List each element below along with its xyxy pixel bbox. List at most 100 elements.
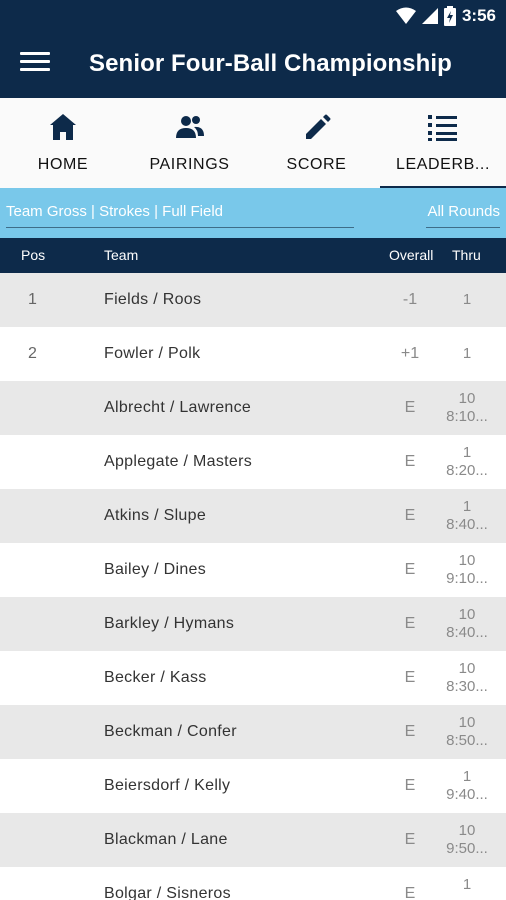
- header-thru: Thru: [452, 247, 481, 263]
- table-row[interactable]: Albrecht / Lawrence E 10 8:10...: [0, 381, 506, 435]
- row-thru: 10 8:10...: [438, 390, 496, 426]
- tab-score[interactable]: SCORE: [253, 98, 380, 188]
- leaderboard-list[interactable]: 1 Fields / Roos -1 1 2 Fowler / Polk +1 …: [0, 273, 506, 900]
- row-team: Beckman / Confer: [104, 723, 237, 740]
- row-thru: 10 8:40...: [438, 606, 496, 642]
- status-icons: 3:56: [395, 6, 496, 26]
- row-team: Fowler / Polk: [104, 345, 201, 362]
- row-tee-time: 8:10...: [446, 408, 488, 425]
- row-thru-value: 10: [458, 822, 476, 839]
- row-thru: 10 8:50...: [438, 714, 496, 750]
- row-team: Bailey / Dines: [104, 561, 207, 578]
- tab-pairings-label: PAIRINGS: [149, 156, 230, 173]
- menu-button[interactable]: [20, 52, 50, 78]
- row-tee-time: 9:50...: [446, 840, 488, 857]
- row-thru: 10 8:30...: [438, 660, 496, 696]
- row-thru: 1 8:40...: [438, 498, 496, 534]
- wifi-icon: [395, 7, 416, 24]
- row-overall: -1: [402, 291, 418, 308]
- tab-home[interactable]: HOME: [0, 98, 126, 188]
- row-overall: E: [404, 777, 416, 794]
- app-bar: Senior Four-Ball Championship: [0, 32, 506, 98]
- row-thru-value: 1: [462, 291, 472, 308]
- row-overall: E: [404, 831, 416, 848]
- row-overall: E: [404, 507, 416, 524]
- row-thru: 1: [438, 291, 496, 309]
- table-row[interactable]: Blackman / Lane E 10 9:50...: [0, 813, 506, 867]
- tab-leaderboard-label: LEADERB...: [395, 156, 491, 173]
- row-thru: 1 8:20...: [438, 444, 496, 480]
- tab-leaderboard[interactable]: LEADERB...: [380, 98, 506, 188]
- table-header: Pos Team Overall Thru: [0, 238, 506, 273]
- row-pos: 1: [28, 291, 37, 308]
- table-row[interactable]: Bolgar / Sisneros E 1: [0, 867, 506, 900]
- row-overall: E: [404, 723, 416, 740]
- row-overall: E: [404, 615, 416, 632]
- table-row[interactable]: Becker / Kass E 10 8:30...: [0, 651, 506, 705]
- page-title: Senior Four-Ball Championship: [89, 50, 452, 77]
- row-thru-value: 10: [458, 606, 476, 623]
- row-overall: +1: [400, 345, 420, 362]
- row-team: Fields / Roos: [104, 291, 202, 308]
- row-tee-time: 9:10...: [446, 570, 488, 587]
- signal-icon: [421, 8, 438, 24]
- table-row[interactable]: Atkins / Slupe E 1 8:40...: [0, 489, 506, 543]
- table-row[interactable]: Bailey / Dines E 10 9:10...: [0, 543, 506, 597]
- row-thru-value: 1: [462, 768, 472, 785]
- table-row[interactable]: Barkley / Hymans E 10 8:40...: [0, 597, 506, 651]
- row-team: Atkins / Slupe: [104, 507, 207, 524]
- row-overall: E: [404, 453, 416, 470]
- header-pos: Pos: [21, 247, 46, 263]
- table-row[interactable]: Beckman / Confer E 10 8:50...: [0, 705, 506, 759]
- row-thru: 10 9:10...: [438, 552, 496, 588]
- row-team: Beiersdorf / Kelly: [104, 777, 231, 794]
- table-row[interactable]: Beiersdorf / Kelly E 1 9:40...: [0, 759, 506, 813]
- tab-home-label: HOME: [37, 156, 89, 173]
- table-row[interactable]: Applegate / Masters E 1 8:20...: [0, 435, 506, 489]
- status-bar: 3:56: [0, 0, 506, 32]
- row-thru-value: 10: [458, 390, 476, 407]
- rounds-filter-select[interactable]: All Rounds: [426, 203, 500, 228]
- row-overall: E: [404, 669, 416, 686]
- header-overall: Overall: [389, 247, 434, 263]
- row-thru: 1: [438, 876, 496, 894]
- people-icon: [175, 116, 204, 138]
- row-tee-time: 8:30...: [446, 678, 488, 695]
- row-overall: E: [404, 399, 416, 416]
- row-tee-time: 8:40...: [446, 516, 488, 533]
- row-thru-value: 10: [458, 660, 476, 677]
- row-overall: E: [404, 885, 416, 900]
- row-thru-value: 1: [462, 345, 472, 362]
- row-thru-value: 10: [458, 552, 476, 569]
- row-thru: 10 9:50...: [438, 822, 496, 858]
- row-thru-value: 1: [462, 444, 472, 461]
- row-thru-value: 1: [462, 498, 472, 515]
- row-tee-time: 8:40...: [446, 624, 488, 641]
- row-team: Applegate / Masters: [104, 453, 252, 470]
- scoring-filter-select[interactable]: Team Gross | Strokes | Full Field: [6, 203, 354, 228]
- row-tee-time: 8:50...: [446, 732, 488, 749]
- row-team: Barkley / Hymans: [104, 615, 235, 632]
- tab-pairings[interactable]: PAIRINGS: [126, 98, 253, 188]
- row-team: Bolgar / Sisneros: [104, 885, 231, 900]
- pencil-icon: [305, 114, 330, 139]
- filter-bar: Team Gross | Strokes | Full Field All Ro…: [0, 188, 506, 238]
- row-team: Becker / Kass: [104, 669, 207, 686]
- row-thru: 1 9:40...: [438, 768, 496, 804]
- header-team: Team: [104, 247, 139, 263]
- tab-bar: HOME PAIRINGS SCORE LEADERB...: [0, 98, 506, 188]
- row-pos: 2: [28, 345, 37, 362]
- row-thru-value: 1: [462, 876, 472, 893]
- tab-score-label: SCORE: [286, 156, 347, 173]
- home-icon: [50, 114, 76, 140]
- row-thru: 1: [438, 345, 496, 363]
- row-tee-time: 9:40...: [446, 786, 488, 803]
- row-tee-time: 8:20...: [446, 462, 488, 479]
- row-team: Blackman / Lane: [104, 831, 228, 848]
- table-row[interactable]: 2 Fowler / Polk +1 1: [0, 327, 506, 381]
- status-time: 3:56: [461, 6, 496, 25]
- table-row[interactable]: 1 Fields / Roos -1 1: [0, 273, 506, 327]
- battery-icon: [443, 6, 456, 26]
- list-icon: [428, 115, 457, 141]
- row-overall: E: [404, 561, 416, 578]
